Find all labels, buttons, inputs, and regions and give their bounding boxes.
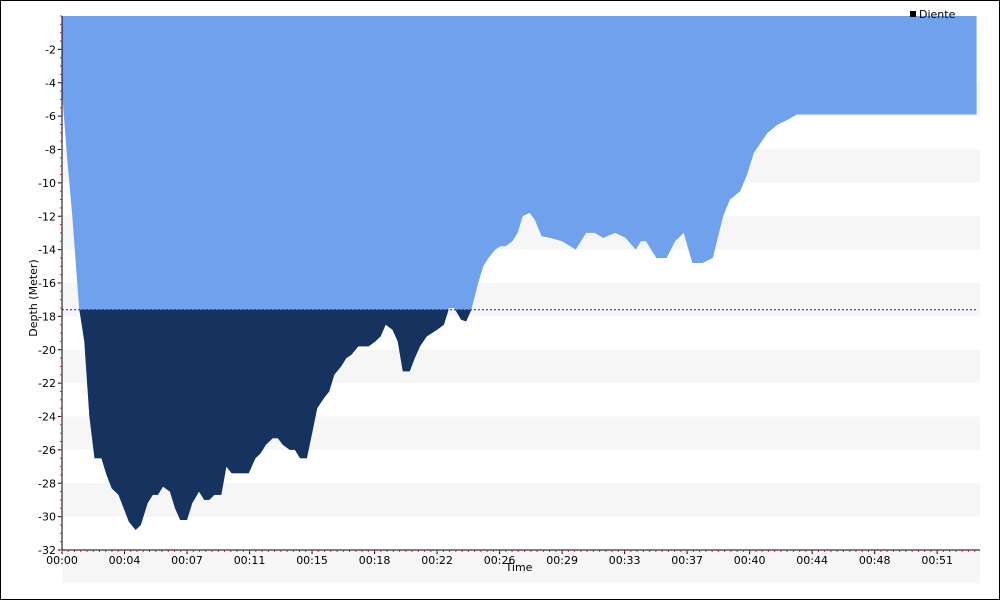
y-tick-label: -4 xyxy=(45,77,56,90)
y-tick-label: -30 xyxy=(38,511,56,524)
x-tick-label: 00:37 xyxy=(671,554,703,567)
y-axis-title: Depth (Meter) xyxy=(27,259,40,336)
y-tick-label: -10 xyxy=(38,177,56,190)
depth-chart: -2 -4 -6 -8 -10 -12 -14 -16 -18 -20 -22 -24 -26 -28 -3… xyxy=(27,8,980,584)
x-tick-label: 00:00 xyxy=(46,554,78,567)
x-tick-label: 00:11 xyxy=(234,554,266,567)
y-tick-label: -20 xyxy=(38,344,56,357)
x-tick-label: 00:07 xyxy=(171,554,203,567)
y-tick-label: -24 xyxy=(38,411,56,424)
y-tick-label: -28 xyxy=(38,477,56,490)
x-tick-label: 00:40 xyxy=(734,554,766,567)
y-tick-label: -26 xyxy=(38,444,56,457)
x-tick-label: 00:44 xyxy=(796,554,828,567)
legend-swatch xyxy=(910,11,916,17)
x-tick-label: 00:04 xyxy=(109,554,141,567)
y-tick-label: -16 xyxy=(38,277,56,290)
x-tick-label: 00:15 xyxy=(296,554,328,567)
y-tick-label: -14 xyxy=(38,244,56,257)
x-tick-label: 00:48 xyxy=(859,554,891,567)
x-tick-label: 00:33 xyxy=(609,554,641,567)
legend-label: Diente xyxy=(919,8,956,21)
x-tick-label: 00:22 xyxy=(421,554,453,567)
x-axis-title: Time xyxy=(505,561,533,574)
y-tick-label: -12 xyxy=(38,210,56,223)
y-tick-label: -2 xyxy=(45,43,56,56)
x-tick-label: 00:51 xyxy=(921,554,953,567)
y-tick-label: -22 xyxy=(38,377,56,390)
y-tick-label: -6 xyxy=(45,110,56,123)
y-tick-label: -8 xyxy=(45,144,56,157)
x-tick-label: 00:18 xyxy=(359,554,391,567)
y-tick-label: -18 xyxy=(38,310,56,323)
x-tick-label: 00:29 xyxy=(546,554,578,567)
y-axis-ticks: -2 -4 -6 -8 -10 -12 -14 -16 -18 -20 -22 -24 -26 -28 -3… xyxy=(38,15,62,557)
profile-areas xyxy=(62,16,977,530)
